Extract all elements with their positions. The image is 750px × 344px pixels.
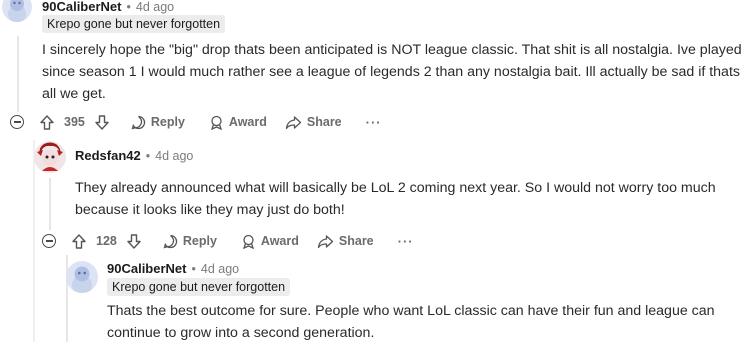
award-button[interactable]: Award [209,115,267,130]
avatar[interactable] [34,141,66,173]
reply-label: Reply [182,234,217,248]
comment-header: 90CaliberNet • 4d ago [42,0,174,14]
upvote-icon[interactable] [40,114,54,130]
comment-line: continue to grow into a second generatio… [107,325,375,341]
separator-dot: • [126,0,131,14]
collapse-thread-icon[interactable] [10,115,24,129]
award-button[interactable]: Award [241,234,299,249]
award-label: Award [260,234,299,248]
snoo-avatar-icon [8,0,26,22]
award-label: Award [228,115,267,129]
thread-line[interactable] [33,140,35,342]
user-flair: Krepo gone but never forgotten [107,278,291,296]
upvote-icon[interactable] [72,233,86,249]
username[interactable]: 90CaliberNet [42,0,121,14]
more-options-button[interactable]: ··· [366,115,382,130]
downvote-icon[interactable] [127,233,141,249]
share-label: Share [306,115,342,129]
comment-line: since season 1 I would much rather see a… [42,64,740,80]
avatar[interactable] [2,0,32,22]
comment-body: I sincerely hope the "big" drop thats be… [42,39,748,105]
separator-dot: • [145,148,151,163]
user-flair: Krepo gone but never forgotten [42,15,226,33]
vote-controls: 395 [40,114,109,130]
share-icon [317,234,334,248]
vote-count: 395 [64,115,85,129]
comment-header: Redsfan42 • 4d ago [75,148,193,163]
separator-dot: • [191,261,196,276]
downvote-icon[interactable] [95,114,109,130]
reply-icon [163,234,177,248]
red-snoo-avatar-icon [37,142,63,171]
vote-count: 128 [96,234,117,248]
comment-line: I sincerely hope the "big" drop thats be… [42,42,742,58]
reply-button[interactable]: Reply [131,115,185,130]
comment-line: because it looks like they may just do b… [75,202,345,218]
comment-body: Thats the best outcome for sure. People … [107,300,747,344]
thread-line[interactable] [49,178,51,230]
share-button[interactable]: Share [285,115,342,130]
timestamp[interactable]: 4d ago [136,0,174,14]
snoo-avatar-icon [72,266,92,293]
timestamp[interactable]: 4d ago [155,149,193,163]
comment-line: all we get. [42,86,106,102]
comment-actions: 395 Reply Award Share ··· [10,111,382,133]
comment-line: They already announced what will basical… [75,180,716,196]
comment-actions: 128 Reply Award Share ··· [42,230,414,252]
timestamp[interactable]: 4d ago [201,262,239,276]
vote-controls: 128 [72,233,141,249]
reply-icon [131,115,145,129]
more-options-button[interactable]: ··· [398,234,414,249]
share-label: Share [338,234,374,248]
thread-line[interactable] [17,36,19,112]
collapse-thread-icon[interactable] [42,234,56,248]
award-icon [242,234,254,249]
award-icon [210,115,222,130]
username[interactable]: Redsfan42 [75,148,141,163]
reply-button[interactable]: Reply [163,234,217,249]
share-icon [285,115,302,129]
comment-body: They already announced what will basical… [75,177,745,221]
comment-line: Thats the best outcome for sure. People … [107,303,715,319]
avatar[interactable] [66,261,98,293]
username[interactable]: 90CaliberNet [107,261,186,276]
share-button[interactable]: Share [317,234,374,249]
comment-header: 90CaliberNet • 4d ago [107,261,239,276]
reply-label: Reply [150,115,185,129]
